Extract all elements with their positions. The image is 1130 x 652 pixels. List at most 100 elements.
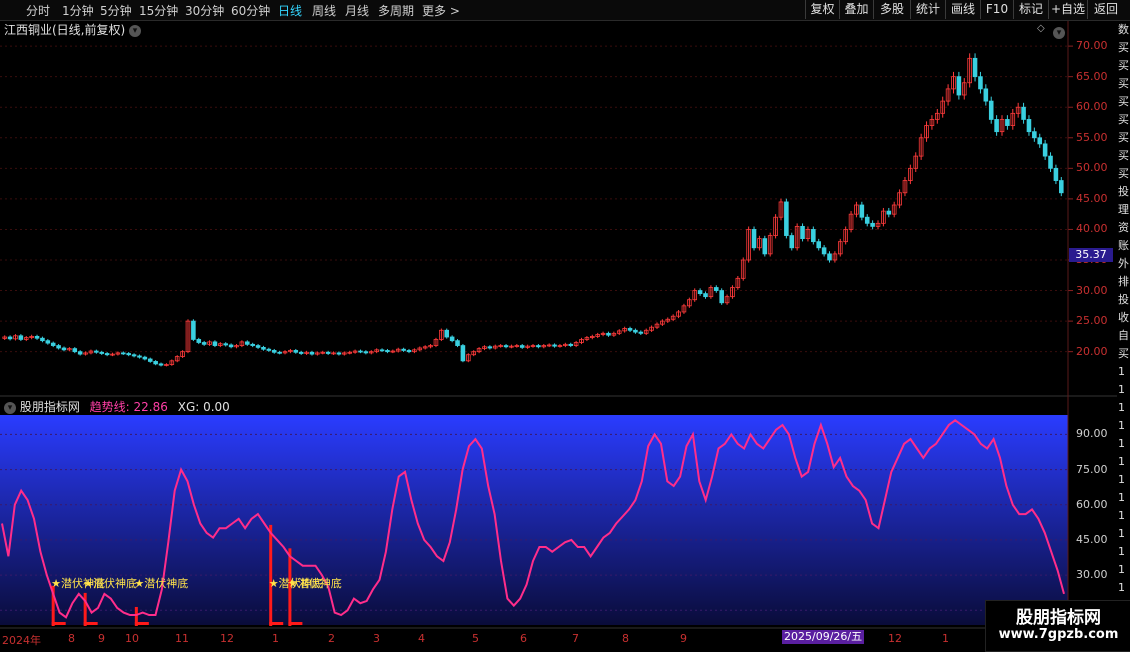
- candle-body: [336, 352, 342, 355]
- indicator-tick-label: 30.00: [1076, 568, 1108, 582]
- tab-multi-period[interactable]: 多周期: [378, 2, 414, 19]
- candle-body: [1032, 131, 1037, 139]
- candle-body: [282, 351, 288, 354]
- candle-body: [191, 320, 196, 340]
- indicator-tick-label: 75.00: [1076, 462, 1108, 476]
- candle-body: [115, 352, 121, 355]
- candle-body: [309, 351, 315, 355]
- candle-body: [913, 155, 919, 169]
- date-tick-label: 9: [98, 632, 105, 645]
- signal-bar: [83, 592, 87, 626]
- candle-body: [735, 277, 741, 288]
- candle-body: [444, 329, 450, 338]
- date-tick-label: 5: [472, 632, 479, 645]
- candle-body: [703, 293, 708, 298]
- candle-body: [757, 238, 762, 249]
- date-tick-label: 2024年: [2, 634, 41, 647]
- tab-15min[interactable]: 15分钟: [139, 2, 178, 19]
- candle-body: [422, 346, 428, 349]
- tab-1min[interactable]: 1分钟: [62, 2, 94, 19]
- candle-body: [778, 201, 784, 218]
- tab-30min[interactable]: 30分钟: [185, 2, 224, 19]
- date-tick-label: 12: [220, 632, 234, 645]
- candle-body: [164, 364, 169, 366]
- signal-base: [51, 622, 66, 625]
- side-panel-char: 买: [1118, 167, 1129, 180]
- tab-60min[interactable]: 60分钟: [231, 2, 270, 19]
- candle-body: [816, 241, 822, 249]
- candle-body: [255, 345, 261, 348]
- price-tick-label: 70.00: [1076, 39, 1108, 53]
- diamond-icon[interactable]: ◇: [1037, 23, 1045, 34]
- candle-body: [29, 335, 34, 339]
- candle-body: [385, 350, 390, 353]
- tab-monthly[interactable]: 月线: [345, 2, 369, 19]
- add-watchlist-button[interactable]: +自选: [1048, 0, 1087, 19]
- candle-body: [660, 320, 665, 325]
- candle-body: [945, 88, 951, 102]
- candle-body: [277, 351, 282, 354]
- candle-body: [714, 287, 719, 291]
- candle-body: [88, 350, 94, 354]
- candle-body: [99, 351, 105, 354]
- candle-body: [622, 328, 627, 332]
- candle-body: [870, 222, 875, 227]
- indicator-title: ▾ 股朋指标网 趋势线: 22.86 XG: 0.00: [4, 398, 230, 415]
- price-tick-label: 25.00: [1076, 314, 1108, 328]
- candle-body: [325, 351, 331, 354]
- candle-body: [266, 348, 272, 351]
- candle-body: [358, 350, 363, 353]
- side-panel-char: 数: [1118, 23, 1129, 36]
- candle-body: [627, 328, 633, 331]
- candle-body: [94, 350, 99, 353]
- candle-body: [789, 235, 795, 249]
- candle-body: [918, 137, 924, 157]
- fuquan-button[interactable]: 复权: [805, 0, 839, 19]
- candle-body: [126, 353, 131, 356]
- side-panel-char: 1: [1118, 455, 1125, 468]
- side-panel-char: 1: [1118, 581, 1125, 594]
- candle-body: [67, 348, 72, 351]
- candle-body: [56, 345, 61, 349]
- stats-button[interactable]: 统计: [910, 0, 945, 19]
- candle-body: [590, 335, 595, 339]
- candle-body: [77, 351, 83, 355]
- signal-base: [134, 622, 149, 625]
- candle-body: [525, 345, 530, 348]
- candle-body: [649, 326, 654, 331]
- candle-body: [951, 76, 956, 90]
- candle-body: [1010, 112, 1016, 126]
- signal-bar: [134, 606, 138, 626]
- tab-5min[interactable]: 5分钟: [100, 2, 132, 19]
- chevron-down-icon[interactable]: ▾: [129, 24, 142, 37]
- draw-line-button[interactable]: 画线: [945, 0, 980, 19]
- candle-body: [978, 76, 983, 90]
- tab-fenshi[interactable]: 分时: [26, 2, 50, 19]
- price-tick-label: 65.00: [1076, 69, 1108, 83]
- back-button[interactable]: 返回: [1087, 0, 1124, 19]
- tab-weekly[interactable]: 周线: [312, 2, 336, 19]
- more-menu[interactable]: 更多 >: [422, 2, 460, 19]
- candle-body: [83, 352, 88, 355]
- candle-body: [142, 356, 148, 360]
- candle-body: [45, 340, 51, 344]
- side-panel-char: 1: [1118, 545, 1125, 558]
- side-panel-char: 自: [1118, 329, 1129, 342]
- tab-daily[interactable]: 日线: [278, 2, 302, 19]
- f10-button[interactable]: F10: [980, 0, 1013, 19]
- price-chart[interactable]: [0, 0, 1130, 650]
- candle-body: [848, 213, 854, 230]
- candle-body: [298, 351, 304, 354]
- chevron-down-icon[interactable]: ▾: [4, 401, 16, 414]
- dropdown-circle-icon[interactable]: ▾: [1053, 22, 1065, 41]
- multi-stock-button[interactable]: 多股: [873, 0, 910, 19]
- candle-body: [606, 332, 611, 336]
- candle-body: [827, 253, 832, 261]
- side-panel-char: 投: [1118, 185, 1129, 198]
- candle-body: [940, 100, 945, 114]
- candle-body: [719, 290, 724, 304]
- side-panel-char: 买: [1118, 77, 1129, 90]
- candle-body: [967, 57, 972, 84]
- mark-button[interactable]: 标记: [1013, 0, 1048, 19]
- overlay-button[interactable]: 叠加: [839, 0, 873, 19]
